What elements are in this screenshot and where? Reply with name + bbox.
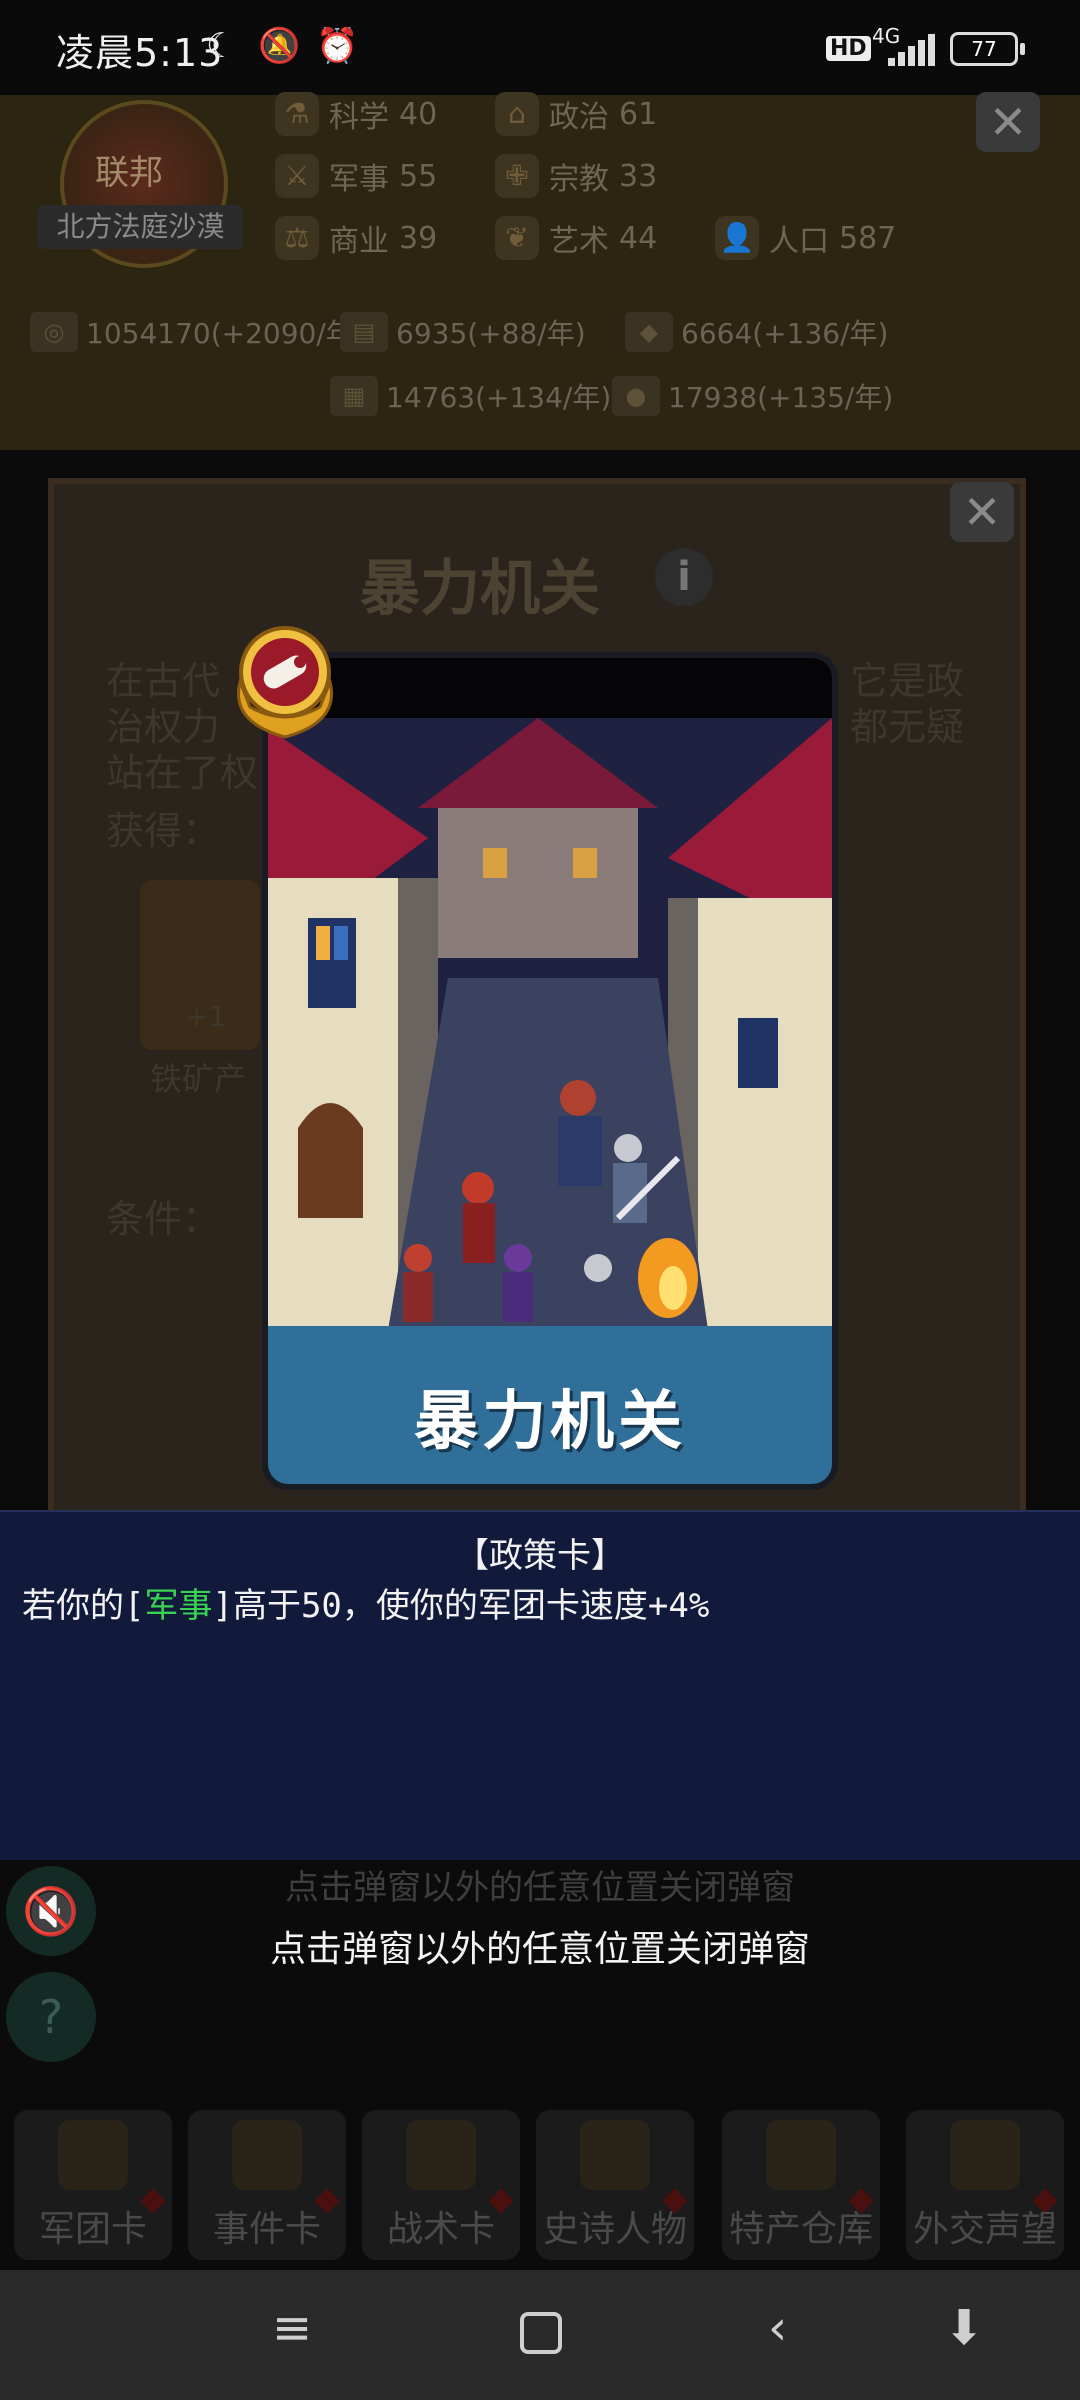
moon-icon: ☾ [206, 26, 237, 66]
back-icon[interactable]: ‹ [768, 2300, 787, 2356]
panel-title: 暴力机关 [360, 554, 600, 624]
hd-badge: HD [826, 36, 871, 61]
resource-reward-amount: +1 [185, 1000, 227, 1033]
status-time: 凌晨5:13 [56, 31, 224, 75]
stone-icon: ▦ [330, 376, 378, 416]
tab-specialty-warehouse[interactable]: 特产仓库 [722, 2110, 880, 2260]
card-type-label: 【政策卡】 [455, 1536, 625, 1576]
close-hint: 点击弹窗以外的任意位置关闭弹窗 [269, 1929, 810, 1970]
resource-iron: ◆ 6664(+136/年) [625, 306, 888, 358]
sound-off-icon[interactable]: 🔇 [6, 1866, 96, 1956]
helmet-icon [58, 2120, 128, 2190]
region-label: 北方法庭沙漠 [38, 205, 243, 249]
wood-icon: ▤ [340, 312, 388, 352]
iron-icon: ◆ [625, 312, 673, 352]
resource-stone: ▦ 14763(+134/年) [330, 370, 611, 422]
politics-icon: ⌂ [495, 92, 539, 136]
stat-religion: ✙ 宗教 33 [495, 150, 657, 202]
card-name: 暴力机关 [414, 1385, 686, 1459]
header-close-button[interactable]: ✕ [976, 92, 1040, 152]
menu-icon[interactable]: ≡ [272, 2300, 312, 2356]
mute-icon: 🔕 [258, 26, 301, 66]
scroll-icon [232, 2120, 302, 2190]
panel-text-line3: 站在了权 [106, 751, 259, 795]
stat-military: ⚔ 军事 55 [275, 150, 437, 202]
tab-epic-characters[interactable]: 史诗人物 [536, 2110, 694, 2260]
envelope-icon [950, 2120, 1020, 2190]
faction-title: 联邦 [95, 153, 163, 193]
commerce-icon: ⚖ [275, 216, 319, 260]
medieval-street-battle-art [268, 658, 832, 1330]
resource-gold: ◎ 1054170(+2090/年 [30, 306, 354, 358]
bottom-tab-bar: 军团卡 事件卡 战术卡 史诗人物 特产仓库 外交声望 [0, 2090, 1080, 2270]
card-effect-text: 若你的[军事]高于50，使你的军团卡速度+4% [22, 1586, 710, 1626]
stat-population: 👤 人口 587 [715, 212, 896, 264]
population-icon: 👤 [715, 216, 759, 260]
stat-science: ⚗ 科学 40 [275, 88, 437, 140]
alarm-icon: ⏰ [316, 26, 359, 66]
resource-reward-label: 铁矿产 [150, 1060, 247, 1098]
science-icon: ⚗ [275, 92, 319, 136]
assistant-icon[interactable]: ⬇ [944, 2300, 984, 2356]
military-icon: ⚔ [275, 154, 319, 198]
meat-icon: ● [612, 376, 660, 416]
help-icon[interactable]: ? [6, 1972, 96, 2062]
battery-indicator: 77 [950, 32, 1025, 66]
policy-card: 暴力机关 [262, 652, 838, 1490]
tab-diplomatic-reputation[interactable]: 外交声望 [906, 2110, 1064, 2260]
crown-icon [580, 2120, 650, 2190]
condition-label: 条件： [106, 1197, 221, 1241]
close-hint-dimmed: 点击弹窗以外的任意位置关闭弹窗 [285, 1868, 795, 1908]
resource-wood: ▤ 6935(+88/年) [340, 306, 586, 358]
panel-text-line2-right: 都无疑 [850, 705, 965, 749]
tab-event-cards[interactable]: 事件卡 [188, 2110, 346, 2260]
signal-icon [870, 34, 936, 72]
stat-art: ❦ 艺术 44 [495, 212, 657, 264]
religion-icon: ✙ [495, 154, 539, 198]
treasure-chest-icon [766, 2120, 836, 2190]
stat-politics: ⌂ 政治 61 [495, 88, 657, 140]
military-keyword: 军事 [144, 1586, 213, 1626]
crossed-swords-icon [406, 2120, 476, 2190]
tab-legion-cards[interactable]: 军团卡 [14, 2110, 172, 2260]
resource-meat: ● 17938(+135/年) [612, 370, 893, 422]
stat-commerce: ⚖ 商业 39 [275, 212, 437, 264]
gold-icon: ◎ [30, 312, 78, 352]
tab-tactic-cards[interactable]: 战术卡 [362, 2110, 520, 2260]
art-icon: ❦ [495, 216, 539, 260]
policy-scroll-badge-icon [237, 626, 333, 739]
obtain-label: 获得： [106, 809, 221, 853]
panel-close-button[interactable]: ✕ [950, 482, 1014, 542]
info-icon[interactable]: i [655, 548, 713, 606]
home-icon[interactable] [520, 2312, 562, 2354]
